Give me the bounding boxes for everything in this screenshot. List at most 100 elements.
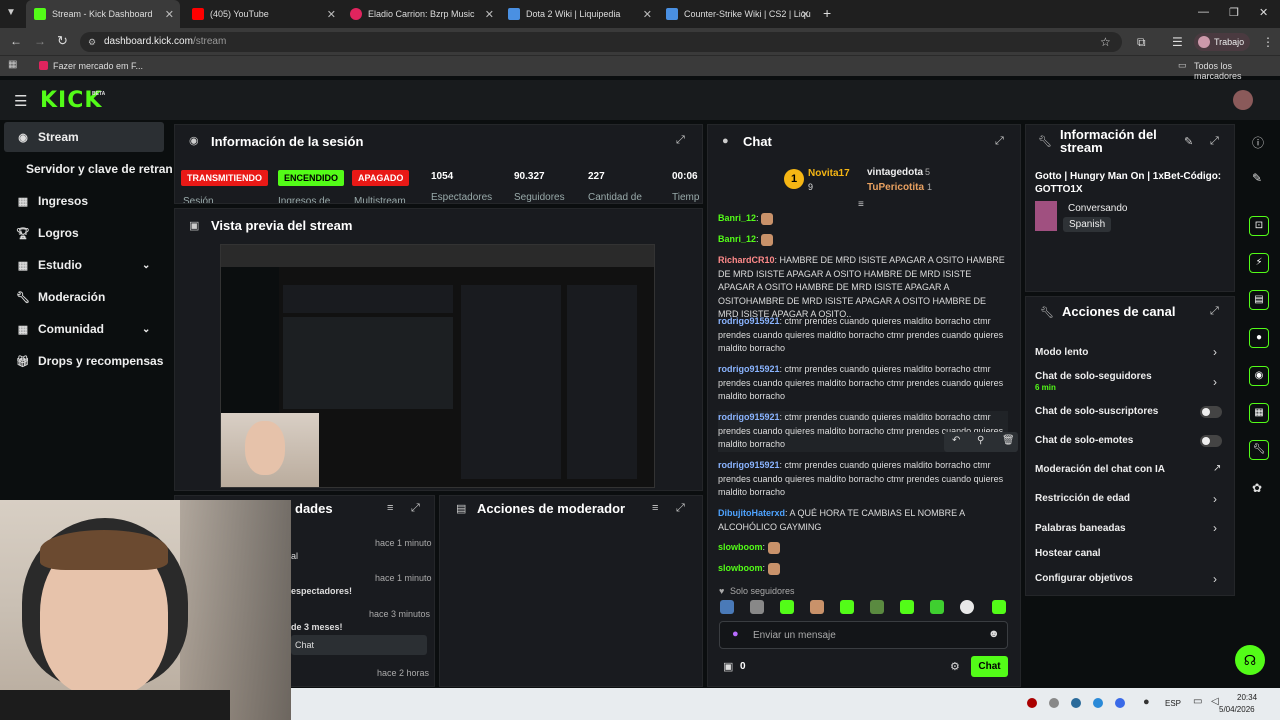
chat-message[interactable]: Banri_12:	[718, 212, 1008, 226]
tab-cs[interactable]: Counter-Strike Wiki | CS2 | Liqu ✕	[658, 0, 816, 28]
chat-message[interactable]: rodrigo915921: ctmr prendes cuando quier…	[718, 363, 1008, 404]
chat-message[interactable]: rodrigo915921: ctmr prendes cuando quier…	[718, 459, 1008, 500]
sidebar-item-moderacion[interactable]: 🔧︎ Moderación	[4, 282, 164, 312]
rail-target-icon[interactable]: ⊡	[1249, 216, 1269, 236]
tab-dota[interactable]: Dota 2 Wiki | Liquipedia ✕	[500, 0, 658, 28]
rail-chat-icon[interactable]: ●	[1249, 328, 1269, 348]
action-followers-only[interactable]: Chat de solo-seguidores	[1035, 371, 1152, 382]
rail-grid-icon[interactable]: ▦	[1249, 403, 1269, 423]
sidebar-item-drops[interactable]: 🎁︎ Drops y recompensas	[4, 346, 164, 376]
sidebar-item-estudio[interactable]: ▦ Estudio ⌄	[4, 250, 164, 280]
support-headset-icon[interactable]: ☊	[1235, 645, 1265, 675]
chat-settings-icon[interactable]: ⚙	[950, 660, 960, 673]
chat-message[interactable]: RichardCR10: HAMBRE DE MRD ISISTE APAGAR…	[718, 254, 1008, 322]
rail-document-icon[interactable]: ▤	[1249, 290, 1269, 310]
tab-kick[interactable]: Stream - Kick Dashboard ✕	[26, 0, 180, 28]
chat-message[interactable]: Banri_12:	[718, 233, 1008, 247]
expand-icon[interactable]: ⤢	[1210, 305, 1219, 318]
tab-youtube[interactable]: (405) YouTube ✕	[184, 0, 342, 28]
chevron-right-icon[interactable]: ›	[1213, 521, 1217, 535]
emoji-icon[interactable]: ☻	[988, 628, 1000, 640]
tray-icon[interactable]	[1093, 698, 1103, 708]
tab-music[interactable]: Eladio Carrion: Bzrp Music ✕	[342, 0, 500, 28]
expand-icon[interactable]: ⤢	[995, 135, 1004, 148]
expand-icon[interactable]: ⤢	[411, 502, 420, 515]
reading-list-icon[interactable]: ☰	[1172, 35, 1183, 49]
edit-icon[interactable]: ✎	[1184, 135, 1193, 148]
expand-icon[interactable]: ⤢	[1210, 135, 1219, 148]
hamburger-menu-icon[interactable]: ☰	[14, 92, 27, 110]
emote-icon[interactable]	[870, 600, 884, 614]
language-indicator[interactable]: ESP	[1165, 699, 1181, 708]
emote-icon[interactable]	[810, 600, 824, 614]
emote-icon[interactable]	[900, 600, 914, 614]
palette-icon[interactable]: ✿	[1252, 481, 1262, 495]
expand-icon[interactable]: ⤢	[676, 134, 685, 147]
microphone-icon[interactable]: ●	[732, 628, 739, 640]
back-icon[interactable]: ←	[10, 34, 22, 48]
emote-icon[interactable]	[930, 600, 944, 614]
tray-icon[interactable]	[1071, 698, 1081, 708]
stream-preview-video[interactable]	[220, 244, 655, 488]
action-ai-moderation[interactable]: Moderación del chat con IA	[1035, 464, 1165, 475]
profile-button[interactable]: Trabajo	[1194, 33, 1250, 51]
subscribers-only-toggle[interactable]	[1200, 406, 1222, 418]
user-avatar[interactable]	[1233, 90, 1253, 110]
apps-icon[interactable]: ▦	[8, 59, 17, 70]
emote-icon[interactable]	[840, 600, 854, 614]
expand-icon[interactable]: ⤢	[676, 502, 685, 515]
emote-icon[interactable]	[992, 600, 1006, 614]
extensions-icon[interactable]: ⧉	[1137, 35, 1146, 50]
maximize-icon[interactable]: ❐	[1229, 6, 1239, 19]
microphone-icon[interactable]: ●	[1143, 696, 1150, 708]
rail-flash-icon[interactable]: ⚡︎	[1249, 253, 1269, 273]
all-bookmarks[interactable]: Todos los marcadores	[1194, 61, 1280, 81]
sidebar-item-comunidad[interactable]: ▦ Comunidad ⌄	[4, 314, 164, 344]
close-tab-icon[interactable]: ✕	[327, 8, 336, 21]
sidebar-item-ingresos[interactable]: ▦ Ingresos	[4, 186, 164, 216]
chevron-right-icon[interactable]: ›	[1213, 572, 1217, 586]
rail-broadcast-icon[interactable]: ◉	[1249, 366, 1269, 386]
emote-icon[interactable]	[750, 600, 764, 614]
sidebar-item-logros[interactable]: 🏆︎ Logros	[4, 218, 164, 248]
tray-icon[interactable]	[1115, 698, 1125, 708]
chat-collapse-icon[interactable]: ≡	[858, 199, 864, 210]
clock-date[interactable]: 5/04/2026	[1219, 705, 1255, 714]
sidebar-item-server-key[interactable]: Servidor y clave de retransm	[4, 154, 172, 184]
close-tab-icon[interactable]: ✕	[643, 8, 652, 21]
close-tab-icon[interactable]: ✕	[801, 8, 810, 21]
close-window-icon[interactable]: ✕	[1259, 6, 1268, 19]
bookmark-item[interactable]: Fazer mercado em F...	[53, 61, 143, 71]
tray-icon[interactable]	[1049, 698, 1059, 708]
delete-icon[interactable]: 🗑︎	[1002, 435, 1015, 446]
chat-message[interactable]: slowboom:	[718, 562, 1008, 576]
external-link-icon[interactable]: ↗	[1213, 463, 1221, 474]
chat-input[interactable]: ● Enviar un mensaje ☻	[719, 621, 1008, 649]
close-tab-icon[interactable]: ✕	[485, 8, 494, 21]
chevron-right-icon[interactable]: ›	[1213, 345, 1217, 359]
browser-menu-icon[interactable]: ⋮	[1262, 35, 1274, 49]
clock-time[interactable]: 20:34	[1237, 693, 1257, 702]
tab-list-icon[interactable]: ▼	[6, 7, 16, 18]
emote-icon[interactable]	[960, 600, 974, 614]
minimize-icon[interactable]: —	[1198, 6, 1209, 18]
network-icon[interactable]: ▭	[1193, 696, 1202, 707]
edit-icon[interactable]: ✎	[1252, 171, 1262, 185]
action-configure-goals[interactable]: Configurar objetivos	[1035, 573, 1133, 584]
action-age-restriction[interactable]: Restricción de edad	[1035, 493, 1130, 504]
close-tab-icon[interactable]: ✕	[165, 8, 174, 21]
info-icon[interactable]: ⓘ	[1252, 134, 1264, 151]
site-info-icon[interactable]: ⚙	[88, 32, 96, 52]
chat-send-button[interactable]: Chat	[971, 656, 1008, 677]
activity-chat-button[interactable]: Chat	[291, 635, 427, 655]
rail-wrench-icon[interactable]: 🔧︎	[1249, 440, 1269, 460]
sidebar-item-stream[interactable]: ◉ Stream	[4, 122, 164, 152]
volume-icon[interactable]: ◁	[1211, 696, 1219, 707]
chevron-right-icon[interactable]: ›	[1213, 375, 1217, 389]
chat-message[interactable]: slowboom:	[718, 541, 1008, 555]
pin-icon[interactable]: ⚲	[977, 435, 984, 446]
action-slow-mode[interactable]: Modo lento	[1035, 347, 1088, 358]
bookmark-star-icon[interactable]: ☆	[1100, 32, 1111, 52]
action-banned-words[interactable]: Palabras baneadas	[1035, 523, 1126, 534]
url-bar[interactable]: ⚙ dashboard.kick.com/stream ☆	[80, 32, 1122, 52]
